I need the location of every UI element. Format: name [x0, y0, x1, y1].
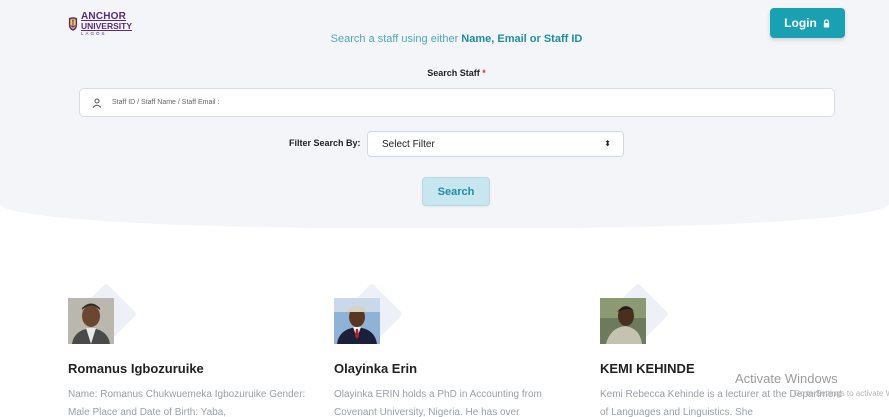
- filter-label: Filter Search By:: [289, 138, 361, 148]
- filter-select[interactable]: Select Filter ⬍: [367, 131, 624, 157]
- staff-bio: Olayinka ERIN holds a PhD in Accounting …: [334, 389, 542, 417]
- subtitle-highlight: Name, Email or Staff ID: [461, 33, 583, 45]
- user-icon: [92, 98, 102, 108]
- staff-photo[interactable]: [334, 298, 380, 344]
- staff-card[interactable]: Olayinka Erin Olayinka ERIN holds a PhD …: [334, 282, 584, 417]
- staff-photo[interactable]: [68, 298, 114, 344]
- search-subtitle: Search a staff using either Name, Email …: [0, 33, 889, 45]
- staff-portrait-image: [68, 298, 114, 344]
- staff-name[interactable]: KEMI KEHINDE: [600, 361, 695, 376]
- staff-photo-wrap: [600, 282, 680, 348]
- activate-windows-subtitle: Go to Settings to activate Windows.: [794, 389, 889, 398]
- search-input[interactable]: Staff ID / Staff Name / Staff Email :: [79, 88, 835, 117]
- required-mark: *: [482, 68, 486, 78]
- search-staff-label: Search Staff *: [0, 68, 889, 78]
- staff-card[interactable]: Romanus Igbozuruike Name: Romanus Chukwu…: [68, 282, 318, 417]
- filter-selected-value: Select Filter: [382, 138, 435, 150]
- staff-bio: Name: Romanus Chukwuemeka Igbozuruike Ge…: [68, 389, 306, 417]
- search-button[interactable]: Search: [422, 177, 490, 206]
- login-label: Login: [784, 16, 817, 30]
- subtitle-text: Search a staff using either: [330, 33, 462, 45]
- staff-name[interactable]: Olayinka Erin: [334, 361, 417, 376]
- select-arrows-icon: ⬍: [604, 139, 611, 148]
- staff-card[interactable]: KEMI KEHINDE Kemi Rebecca Kehinde is a l…: [600, 282, 850, 417]
- logo-line-1: ANCHOR: [80, 10, 127, 22]
- logo-line-2: UNIVERSITY: [80, 20, 132, 31]
- staff-portrait-image: [600, 298, 646, 344]
- staff-portrait-image: [334, 298, 380, 344]
- search-button-label: Search: [437, 185, 475, 198]
- staff-photo-wrap: [334, 282, 414, 348]
- activate-windows-title: Activate Windows: [735, 371, 838, 386]
- staff-photo[interactable]: [600, 298, 646, 344]
- staff-name[interactable]: Romanus Igbozuruike: [68, 361, 204, 376]
- search-placeholder: Staff ID / Staff Name / Staff Email :: [112, 99, 220, 106]
- staff-photo-wrap: [68, 282, 148, 348]
- lock-icon: [823, 18, 830, 28]
- search-label-text: Search Staff: [427, 68, 480, 78]
